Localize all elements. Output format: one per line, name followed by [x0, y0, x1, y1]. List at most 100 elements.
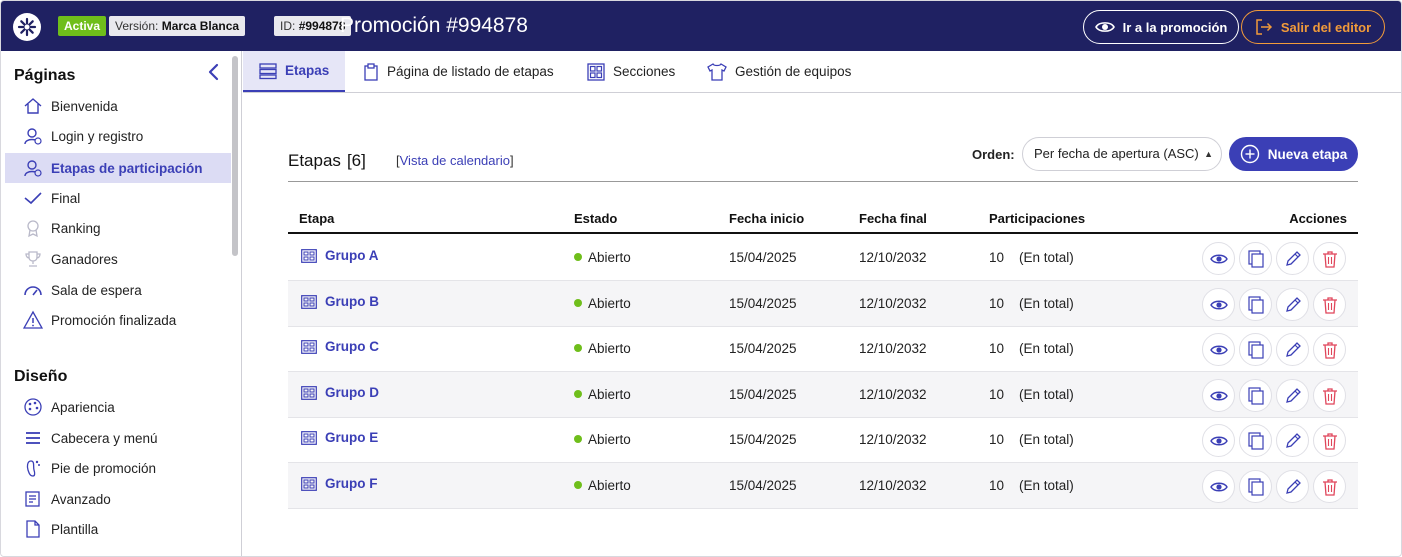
status-cell: Abierto	[574, 296, 631, 311]
delete-button[interactable]	[1313, 242, 1346, 275]
eye-icon	[1209, 482, 1228, 491]
stage-icon	[301, 294, 317, 309]
collapse-chevron-icon[interactable]	[206, 62, 222, 82]
sidebar-item-finalizada[interactable]: Promoción finalizada	[5, 305, 231, 335]
sidebar-item-ranking[interactable]: Ranking	[5, 213, 231, 243]
status-dot-icon	[574, 390, 582, 399]
stage-link[interactable]: Grupo F	[301, 476, 378, 491]
calendar-view-link[interactable]: Vista de calendario	[400, 153, 510, 168]
stage-link[interactable]: Grupo B	[301, 294, 379, 309]
duplicate-button[interactable]	[1239, 470, 1272, 503]
sidebar-item-apariencia[interactable]: Apariencia	[5, 392, 231, 422]
edit-button[interactable]	[1276, 470, 1309, 503]
status-cell: Abierto	[574, 341, 631, 356]
sidebar-item-ganadores[interactable]: Ganadores	[5, 244, 231, 274]
edit-button[interactable]	[1276, 379, 1309, 412]
goto-promotion-button[interactable]: Ir a la promoción	[1083, 10, 1239, 44]
sidebar-item-etapas[interactable]: Etapas de participación	[5, 153, 231, 183]
participations-cell: 10 (En total)	[989, 387, 1074, 402]
new-stage-button[interactable]: Nueva etapa	[1229, 137, 1358, 171]
sidebar-item-avanzado[interactable]: Avanzado	[5, 484, 231, 514]
duplicate-button[interactable]	[1239, 424, 1272, 457]
sidebar-item-plantilla[interactable]: Plantilla	[5, 514, 231, 544]
gauge-icon	[23, 280, 43, 300]
tab-etapas[interactable]: Etapas	[243, 51, 346, 92]
edit-button[interactable]	[1276, 333, 1309, 366]
view-button[interactable]	[1202, 470, 1235, 503]
pages-section-title: Páginas	[14, 67, 76, 84]
sidebar-item-final[interactable]: Final	[5, 183, 231, 213]
status-dot-icon	[574, 435, 582, 444]
sidebar-item-bienvenida[interactable]: Bienvenida	[5, 91, 231, 121]
participations-count: 10	[989, 250, 1005, 265]
delete-button[interactable]	[1313, 424, 1346, 457]
tab-listado-etapas[interactable]: Página de listado de etapas	[363, 51, 554, 92]
duplicate-button[interactable]	[1239, 242, 1272, 275]
logo[interactable]	[13, 13, 41, 41]
status-text: Abierto	[588, 478, 631, 493]
participations-count: 10	[989, 341, 1005, 356]
sidebar-item-label: Sala de espera	[51, 282, 142, 298]
stage-icon	[301, 248, 317, 263]
menu-icon	[23, 428, 43, 448]
duplicate-button[interactable]	[1239, 333, 1272, 366]
column-header: Etapa	[299, 211, 335, 226]
design-section-title: Diseño	[14, 368, 68, 385]
view-button[interactable]	[1202, 379, 1235, 412]
status-badge: Activa	[58, 16, 107, 36]
tab-secciones[interactable]: Secciones	[587, 51, 675, 92]
participations-count: 10	[989, 296, 1005, 311]
stage-link[interactable]: Grupo D	[301, 385, 379, 400]
delete-button[interactable]	[1313, 333, 1346, 366]
stage-link[interactable]: Grupo A	[301, 248, 379, 263]
sidebar-item-pie[interactable]: Pie de promoción	[5, 453, 231, 483]
sidebar-item-login[interactable]: Login y registro	[5, 121, 231, 151]
status-cell: Abierto	[574, 432, 631, 447]
trash-icon	[1322, 387, 1337, 405]
sidebar-item-label: Etapas de participación	[51, 160, 203, 176]
sidebar-item-label: Promoción finalizada	[51, 312, 177, 328]
new-stage-label: Nueva etapa	[1267, 146, 1348, 162]
view-button[interactable]	[1202, 333, 1235, 366]
edit-button[interactable]	[1276, 242, 1309, 275]
participations-note: (En total)	[1019, 296, 1074, 311]
delete-button[interactable]	[1313, 288, 1346, 321]
stage-link[interactable]: Grupo E	[301, 430, 378, 445]
tab-gestion-equipos[interactable]: Gestión de equipos	[707, 51, 851, 92]
row-actions	[1202, 288, 1346, 321]
row-actions	[1202, 242, 1346, 275]
eye-icon	[1209, 345, 1228, 354]
start-date: 15/04/2025	[729, 478, 797, 493]
stage-icon	[301, 430, 317, 445]
delete-button[interactable]	[1313, 379, 1346, 412]
participations-note: (En total)	[1019, 432, 1074, 447]
duplicate-button[interactable]	[1239, 288, 1272, 321]
row-actions	[1202, 424, 1346, 457]
delete-button[interactable]	[1313, 470, 1346, 503]
table-row: Grupo C Abierto 15/04/2025 12/10/2032 10…	[288, 326, 1358, 372]
sidebar-item-cabecera[interactable]: Cabecera y menú	[5, 423, 231, 453]
view-button[interactable]	[1202, 242, 1235, 275]
sidebar-item-label: Login y registro	[51, 128, 144, 144]
warning-icon	[23, 310, 43, 330]
start-date: 15/04/2025	[729, 432, 797, 447]
pencil-icon	[1285, 296, 1301, 312]
exit-editor-button[interactable]: Salir del editor	[1241, 10, 1385, 44]
stage-icon	[301, 339, 317, 354]
row-actions	[1202, 379, 1346, 412]
sidebar-item-sala-espera[interactable]: Sala de espera	[5, 275, 231, 305]
sidebar-scrollbar[interactable]	[232, 56, 238, 256]
stage-link[interactable]: Grupo C	[301, 339, 379, 354]
select-arrows-icon: ▲▼	[1204, 149, 1213, 159]
end-date: 12/10/2032	[859, 478, 927, 493]
duplicate-button[interactable]	[1239, 379, 1272, 412]
edit-button[interactable]	[1276, 288, 1309, 321]
edit-button[interactable]	[1276, 424, 1309, 457]
order-select[interactable]: Per fecha de apertura (ASC) ▲▼	[1022, 137, 1222, 171]
view-button[interactable]	[1202, 288, 1235, 321]
status-cell: Abierto	[574, 250, 631, 265]
footer-icon	[23, 458, 43, 478]
table-header: Etapa Estado Fecha inicio Fecha final Pa…	[288, 203, 1358, 234]
status-text: Abierto	[588, 387, 631, 402]
view-button[interactable]	[1202, 424, 1235, 457]
